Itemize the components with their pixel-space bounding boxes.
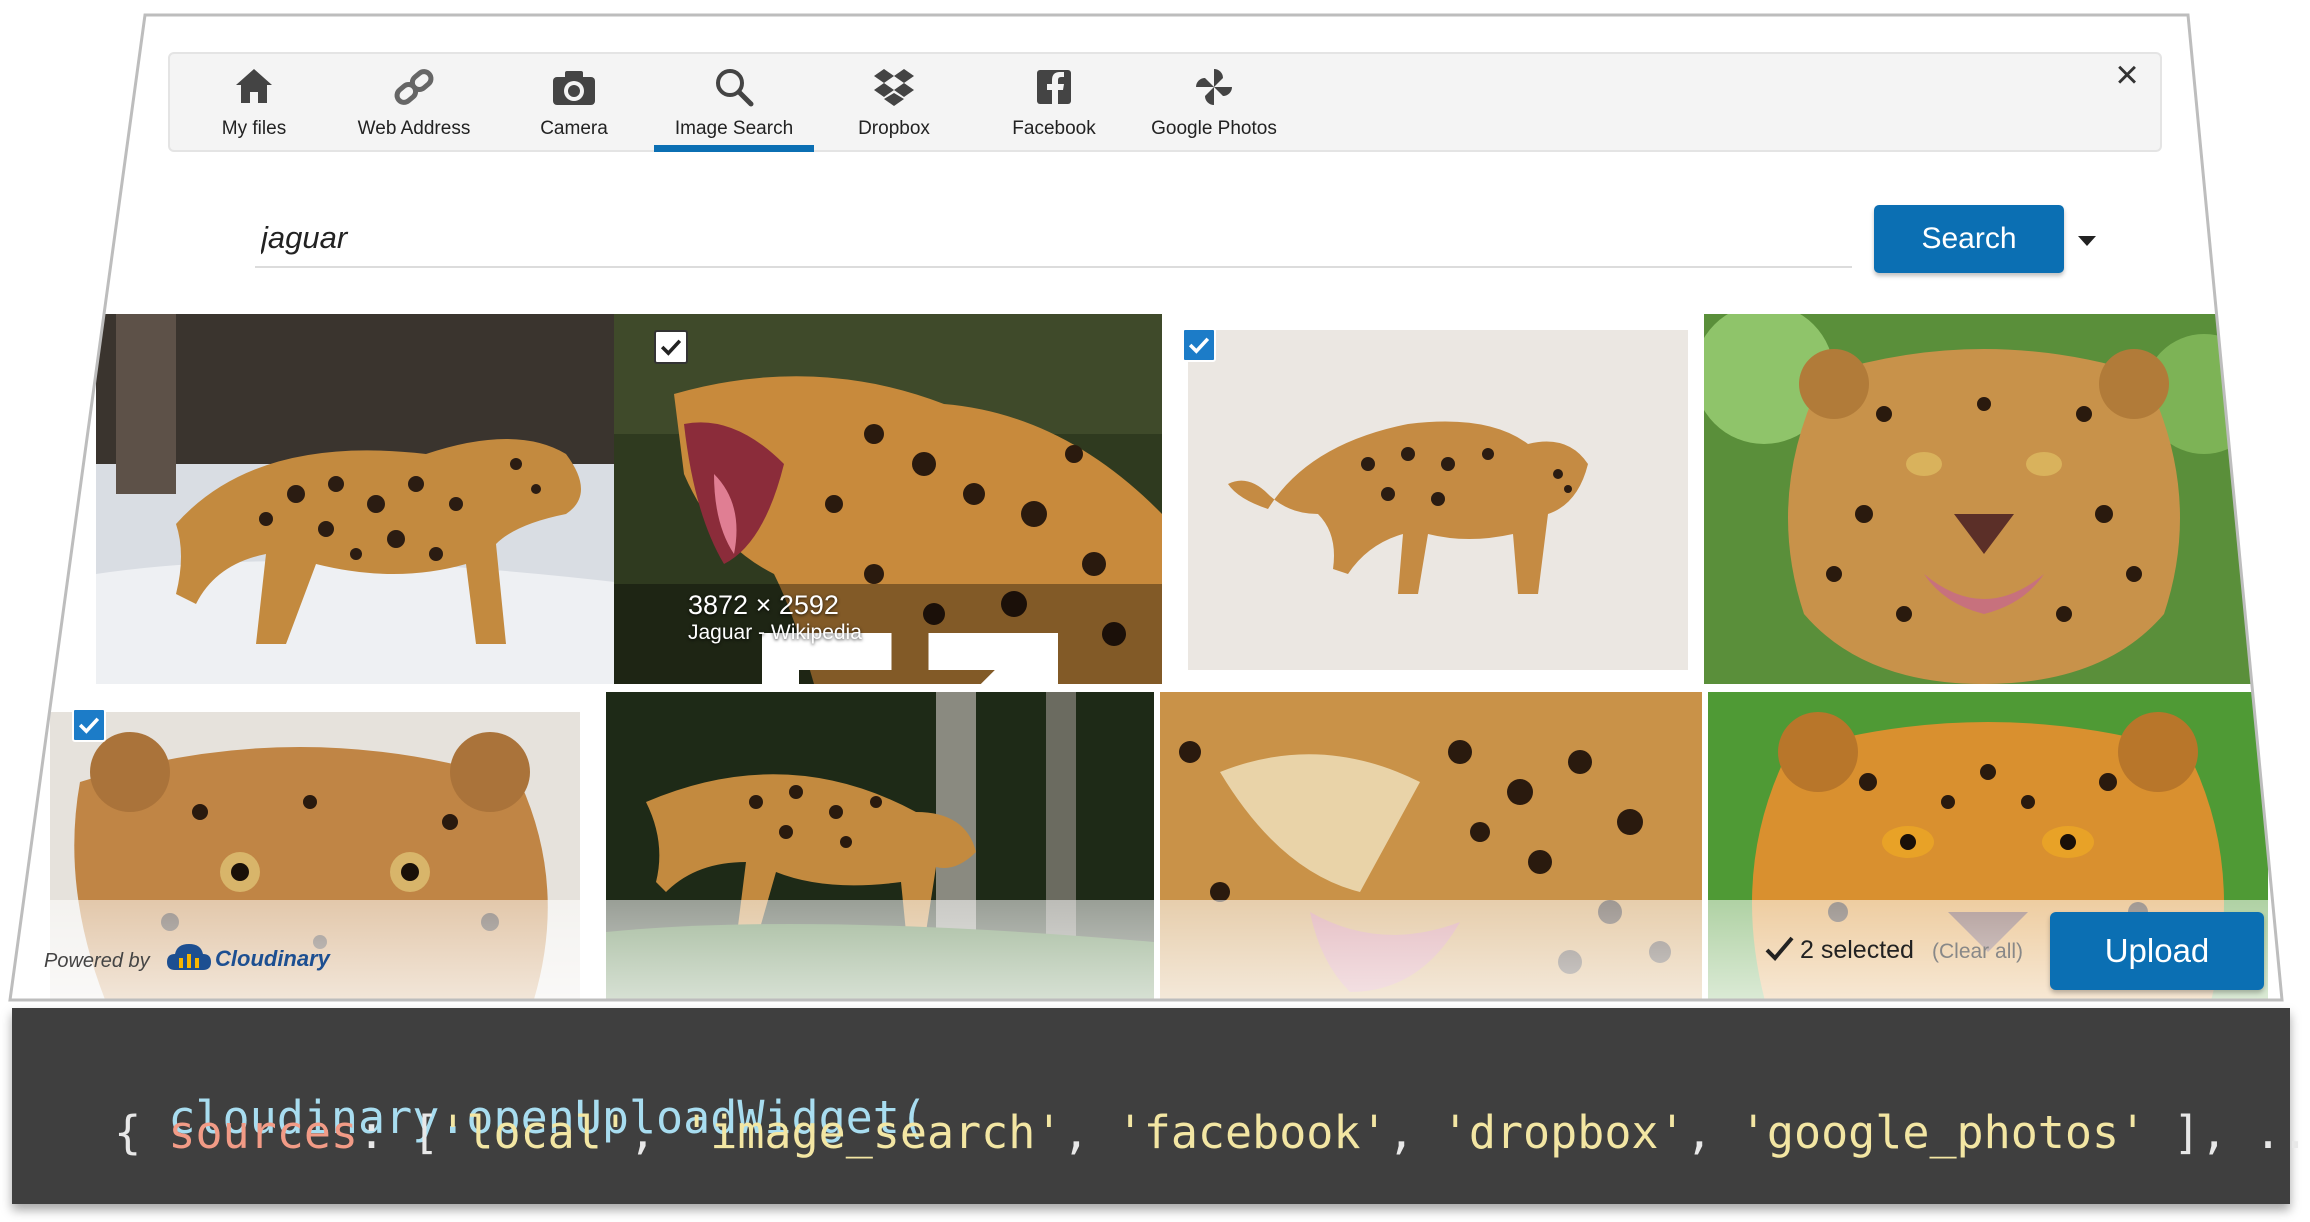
code-sep: , (1062, 1106, 1117, 1159)
dropbox-icon (874, 69, 914, 106)
checkmark-icon (78, 717, 100, 734)
search-icon (716, 69, 754, 107)
jaguar-in-snow-image (96, 314, 632, 684)
code-brace: { (60, 1106, 169, 1159)
checkmark-icon (1188, 337, 1210, 354)
select-checkbox[interactable] (72, 708, 106, 742)
code-close: ], ... (2173, 1106, 2310, 1159)
tab-label: Camera (540, 118, 608, 139)
code-string: 'dropbox' (1441, 1106, 1686, 1159)
tab-dropbox[interactable]: Dropbox (814, 62, 974, 148)
clear-all-link[interactable]: (Clear all) (1932, 940, 2023, 964)
tab-google-photos[interactable]: Google Photos (1134, 62, 1294, 148)
upload-button[interactable]: Upload (2050, 912, 2264, 990)
code-line-2: { sources: ['local', 'image_search', 'fa… (60, 1106, 2310, 1159)
tab-my-files[interactable]: My files (174, 62, 334, 148)
tab-label: Image Search (674, 118, 794, 139)
facebook-icon (1037, 70, 1071, 104)
source-tabbar: My files Web Address Camera Image Search… (168, 52, 2162, 152)
home-icon (236, 69, 272, 103)
code-sep: , (628, 1106, 684, 1159)
camera-icon (553, 71, 595, 105)
result-thumbnail[interactable] (96, 314, 632, 684)
result-thumbnail[interactable] (1168, 314, 1698, 684)
tab-label: Google Photos (1151, 118, 1277, 139)
tab-label: Facebook (1012, 118, 1096, 139)
code-string: 'local' (439, 1106, 629, 1159)
selected-count: 2 selected (1800, 936, 1914, 964)
tab-label: My files (221, 118, 287, 139)
tab-image-search[interactable]: Image Search (654, 62, 814, 152)
close-icon[interactable]: × (2110, 55, 2144, 95)
upload-widget: My files Web Address Camera Image Search… (10, 15, 2282, 1000)
code-key: sources (168, 1106, 359, 1159)
code-string: 'google_photos' (1739, 1106, 2147, 1159)
chevron-down-icon[interactable] (2078, 236, 2096, 246)
select-checkbox[interactable] (1182, 328, 1216, 362)
image-dimensions: 3872 × 2592 (688, 590, 839, 620)
cloudinary-logo-icon (167, 944, 211, 970)
jaguar-studio-image (1168, 314, 1698, 684)
code-sep: , (1685, 1106, 1740, 1159)
checkmark-icon (660, 339, 682, 356)
image-info: 3872 × 2592 Jaguar - Wikipedia (688, 590, 862, 645)
code-string: 'image_search' (683, 1106, 1063, 1159)
result-thumbnail[interactable]: 3872 × 2592 Jaguar - Wikipedia (614, 314, 1162, 684)
tab-label: Dropbox (858, 118, 930, 139)
image-source: Jaguar - Wikipedia (688, 621, 862, 644)
tab-label: Web Address (357, 118, 471, 139)
code-sep: , (1387, 1106, 1442, 1159)
search-button[interactable]: Search (1874, 205, 2064, 273)
link-icon (394, 69, 434, 105)
tab-web-address[interactable]: Web Address (334, 62, 494, 148)
cloudinary-brand: Cloudinary (215, 946, 330, 971)
code-snippet: cloudinary.openUploadWidget( { sources: … (12, 1008, 2310, 1204)
tab-camera[interactable]: Camera (494, 62, 654, 148)
code-string: 'facebook' (1116, 1106, 1388, 1159)
result-thumbnail[interactable] (1704, 314, 2264, 684)
tab-facebook[interactable]: Facebook (974, 62, 1134, 148)
checkmark-icon (1765, 936, 1794, 961)
select-checkbox[interactable] (654, 330, 688, 364)
google-photos-icon (1196, 69, 1232, 105)
search-input[interactable] (255, 210, 1852, 268)
jaguar-portrait-image (1704, 314, 2264, 684)
powered-by-label: Powered by (44, 950, 150, 972)
code-colon: : [ (358, 1106, 440, 1159)
